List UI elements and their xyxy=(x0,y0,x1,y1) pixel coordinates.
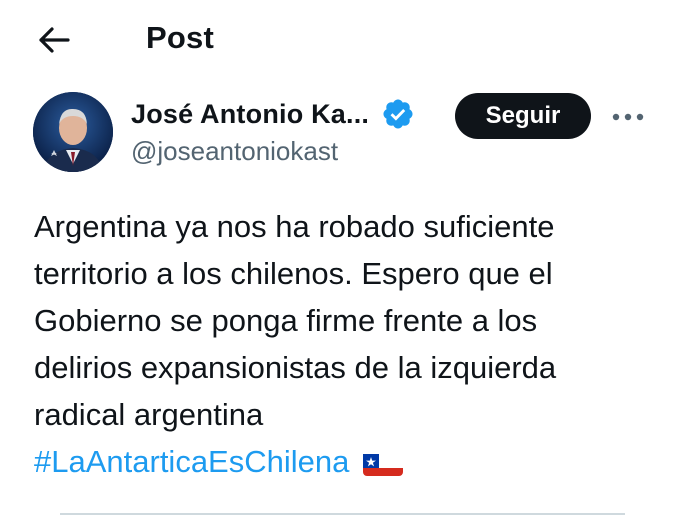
more-options-icon xyxy=(612,113,644,121)
avatar[interactable] xyxy=(33,92,113,172)
avatar-image xyxy=(33,92,113,172)
follow-button[interactable]: Seguir xyxy=(455,93,591,139)
more-options-button[interactable] xyxy=(608,100,648,134)
hashtag-line: #LaAntarticaEsChilena xyxy=(34,438,654,485)
hashtag-link[interactable]: #LaAntarticaEsChilena xyxy=(34,438,349,485)
page-title: Post xyxy=(146,20,214,55)
top-bar: Post xyxy=(0,0,680,80)
author-handle[interactable]: @joseantoniokast xyxy=(131,136,338,167)
back-button[interactable] xyxy=(34,20,74,60)
arrow-left-icon xyxy=(39,27,70,53)
tweet-line: radical argentina xyxy=(34,397,264,432)
tweet-line: Gobierno se ponga firme frente a los xyxy=(34,303,538,338)
verified-badge-icon xyxy=(383,99,413,129)
author-row: José Antonio Ka... xyxy=(131,96,415,132)
tweet-line: delirios expansionistas de la izquierda xyxy=(34,350,557,385)
tweet-text: Argentina ya nos ha robado suficiente te… xyxy=(34,203,654,485)
divider xyxy=(60,513,625,515)
author-name[interactable]: José Antonio Ka... xyxy=(131,99,369,130)
tweet-line: territorio a los chilenos. Espero que el xyxy=(34,256,553,291)
tweet-line: Argentina ya nos ha robado suficiente xyxy=(34,209,555,244)
chile-flag-icon xyxy=(363,448,404,476)
